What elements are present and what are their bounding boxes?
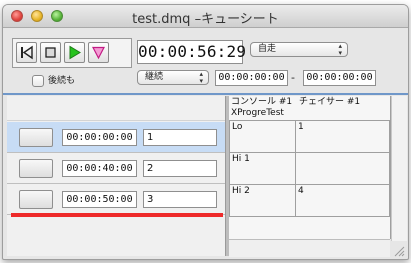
play-button[interactable] (64, 42, 85, 63)
cue-time-field[interactable]: 00:00:00:00 (62, 129, 137, 146)
grid-cell[interactable]: 1 (295, 120, 390, 153)
cue-row[interactable]: 00:00:40:00 2 (7, 153, 228, 184)
toolbar-divider (3, 93, 408, 95)
resize-grip[interactable] (391, 242, 406, 257)
cue-time-field[interactable]: 00:00:50:00 (62, 191, 137, 208)
grid-row-label: Lo (229, 120, 296, 153)
console-column-header: コンソール #1 (231, 97, 293, 107)
toolbar: 00:00:56:29 自走 ▴ ▾ 継続 ▴ ▾ 00:00:00:00 - 00… (3, 28, 408, 93)
cue-go-button[interactable] (19, 190, 53, 209)
cue-number-field[interactable]: 3 (143, 191, 217, 208)
cue-list-header (7, 96, 228, 121)
grid-cell[interactable]: 4 (295, 184, 390, 217)
rewind-to-start-button[interactable] (16, 42, 37, 63)
cue-time-field[interactable]: 00:00:40:00 (62, 160, 137, 177)
cue-number-field[interactable]: 2 (143, 160, 217, 177)
resize-grip-icon (394, 246, 405, 257)
vertical-scrollbar[interactable] (391, 96, 407, 241)
range-separator: - (291, 71, 295, 84)
cue-sheet-window: test.dmq –キューシート 00:00:56:29 自走 ▴ ▾ 継続 ▴… (2, 4, 409, 260)
continue-popup[interactable]: 継続 ▴ ▾ (137, 70, 209, 85)
cue-go-button[interactable] (19, 128, 53, 147)
continue-popup-value: 継続 (145, 72, 164, 82)
range-start-field[interactable]: 00:00:00:00 (215, 70, 288, 86)
followup-checkbox[interactable] (32, 75, 44, 87)
playhead-marker (11, 213, 223, 217)
grid-row-label: Hi 1 (229, 152, 296, 185)
device-name-label: XProgreTest (231, 108, 284, 118)
cue-go-button[interactable] (19, 159, 53, 178)
popup-arrows-icon: ▴ ▾ (338, 42, 342, 57)
output-grid: コンソール #1 チェイサー #1 XProgreTest Lo 1 Hi 1 … (229, 96, 391, 239)
grid-row-label: Hi 2 (229, 184, 296, 217)
current-time-display: 00:00:56:29 (137, 40, 246, 64)
chaser-column-header: チェイサー #1 (299, 97, 361, 107)
cue-row[interactable]: 00:00:50:00 3 (7, 184, 228, 215)
play-icon (69, 45, 81, 60)
pause-button[interactable] (88, 42, 109, 63)
pause-triangle-icon (92, 46, 105, 60)
range-end-field[interactable]: 00:00:00:00 (303, 70, 376, 86)
cue-list: 00:00:00:00 1 00:00:40:00 2 00:00:50:00 … (7, 96, 228, 256)
transport-controls (12, 38, 132, 68)
mode-popup-value: 自走 (258, 44, 277, 54)
popup-arrows-icon: ▴ ▾ (199, 70, 203, 85)
title-bar[interactable]: test.dmq –キューシート (3, 5, 408, 28)
skip-to-start-icon (21, 45, 33, 60)
stop-icon (45, 47, 56, 58)
cue-number-field[interactable]: 1 (143, 129, 217, 146)
mode-popup[interactable]: 自走 ▴ ▾ (250, 42, 348, 57)
stop-button[interactable] (40, 42, 61, 63)
cue-row[interactable]: 00:00:00:00 1 (7, 122, 228, 153)
horizontal-scrollbar[interactable] (229, 239, 390, 257)
grid-header: コンソール #1 チェイサー #1 XProgreTest (229, 96, 390, 120)
followup-checkbox-label[interactable]: 後続も (48, 75, 75, 87)
window-title: test.dmq –キューシート (132, 12, 279, 27)
grid-cell[interactable] (295, 152, 390, 185)
